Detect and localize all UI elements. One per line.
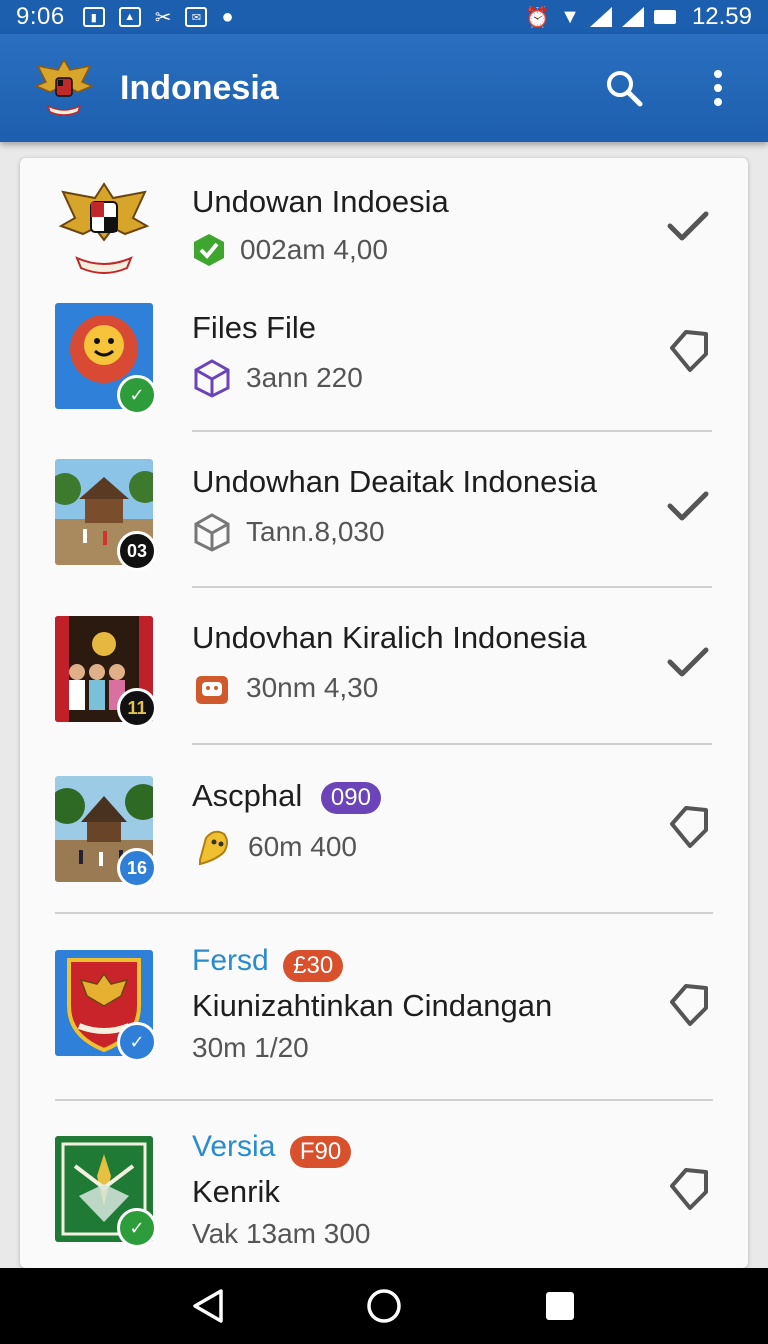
tag-icon[interactable] (664, 326, 712, 374)
mail-icon: ✉ (185, 7, 208, 27)
garuda-emblem-icon (58, 182, 150, 274)
status-time: 9:06 (16, 3, 65, 30)
status-clock: 12.59 (691, 3, 752, 30)
item-thumbnail: 11 (55, 616, 157, 728)
item-thumbnail: ✓ (55, 1136, 157, 1248)
list-item[interactable]: Undowan Indoesia 002am 4,00 (20, 158, 748, 298)
status-bar: 9:06 ▮ ▲ ✂ ✉ ● ⏰ ▼ 12.59 (0, 0, 768, 34)
divider (192, 586, 712, 588)
search-icon (607, 71, 643, 107)
tag-icon[interactable] (664, 802, 712, 850)
item-title-text: Ascphal (192, 778, 303, 813)
check-icon[interactable] (664, 202, 712, 250)
alarm-icon: ⏰ (525, 6, 551, 29)
divider (55, 1099, 713, 1101)
item-subtitle: 3ann 220 (246, 362, 363, 393)
list-item[interactable]: 11 Undovhan Kiralich Indonesia 30nm 4,30 (20, 610, 748, 742)
home-button[interactable] (360, 1282, 408, 1330)
check-icon[interactable] (664, 638, 712, 686)
divider (192, 430, 712, 432)
item-subtitle: Vak 13am 300 (192, 1217, 371, 1249)
check-icon[interactable] (664, 482, 712, 530)
back-button[interactable] (184, 1282, 232, 1330)
version-tag: F90 (289, 1135, 352, 1168)
item-label-row: Fersd £30 (192, 944, 552, 982)
count-badge: 11 (117, 688, 157, 728)
item-label: Versia (192, 1130, 276, 1163)
recents-square-icon (546, 1292, 574, 1320)
shield-check-icon (194, 234, 224, 266)
divider (55, 912, 713, 914)
tag-icon[interactable] (664, 1164, 712, 1212)
item-title: Files File (192, 310, 317, 345)
verified-badge: ✓ (117, 375, 157, 415)
item-label: Fersd (192, 944, 269, 977)
cube-icon (194, 359, 230, 398)
bag-icon (196, 676, 228, 704)
divider (192, 743, 712, 745)
tools-icon: ✂ (154, 6, 172, 29)
item-thumbnail: 16 (49, 776, 161, 888)
notification-icon: ▮ (82, 7, 105, 27)
app-title: Indonesia (120, 68, 279, 107)
signal-icon-2 (621, 7, 644, 27)
version-tag: 090 (320, 781, 381, 814)
chat-icon: ● (221, 5, 234, 28)
home-circle-icon (367, 1289, 401, 1323)
item-title: Undowhan Deaitak Indonesia (192, 464, 597, 499)
verified-badge: ✓ (117, 1208, 157, 1248)
item-title: Ascphal 090 (192, 778, 381, 814)
back-triangle-icon (193, 1289, 223, 1323)
item-title: Undovhan Kiralich Indonesia (192, 620, 587, 655)
list-item[interactable]: 16 Ascphal 090 60m 400 (20, 766, 748, 906)
list-item[interactable]: ✓ Fersd £30 Kiunizahtinkan Cindangan 30m… (20, 934, 748, 1092)
item-thumbnail: ✓ (55, 950, 157, 1062)
item-label-row: Versia F90 (192, 1130, 371, 1168)
image-icon: ▲ (118, 7, 141, 27)
item-subtitle: 002am 4,00 (240, 234, 388, 265)
list-item[interactable]: ✓ Files File 3ann 220 (20, 298, 748, 430)
garuda-logo-icon (34, 58, 94, 116)
list-item[interactable]: ✓ Versia F90 Kenrik Vak 13am 300 (20, 1120, 748, 1268)
app-bar: Indonesia (0, 34, 768, 142)
cube-outline-icon (194, 513, 230, 552)
ghost-icon (199, 830, 228, 866)
wifi-icon: ▼ (560, 5, 580, 28)
item-list: Undowan Indoesia 002am 4,00 ✓ Files File… (20, 158, 748, 1268)
verified-badge: ✓ (117, 1022, 157, 1062)
item-subtitle: 30nm 4,30 (246, 672, 379, 703)
item-subtitle: Tann.8,030 (246, 516, 385, 547)
recents-button[interactable] (536, 1282, 584, 1330)
search-button[interactable] (602, 66, 646, 110)
count-badge: 16 (117, 848, 157, 888)
item-thumbnail: ✓ (55, 303, 157, 415)
more-vert-icon (714, 70, 722, 106)
item-subtitle: 60m 400 (248, 831, 357, 862)
item-title: Kenrik (192, 1173, 280, 1209)
list-item[interactable]: 03 Undowhan Deaitak Indonesia Tann.8,030 (20, 454, 748, 586)
version-tag: £30 (283, 949, 344, 982)
count-badge: 03 (117, 531, 157, 571)
tag-icon[interactable] (664, 980, 712, 1028)
item-subtitle: 30m 1/20 (192, 1031, 309, 1063)
signal-icon (589, 7, 612, 27)
battery-icon (653, 10, 676, 24)
item-thumbnail: 03 (49, 459, 161, 571)
item-title: Undowan Indoesia (192, 184, 449, 219)
overflow-menu-button[interactable] (696, 66, 740, 110)
item-title: Kiunizahtinkan Cindangan (192, 987, 553, 1023)
navigation-bar (0, 1268, 768, 1344)
